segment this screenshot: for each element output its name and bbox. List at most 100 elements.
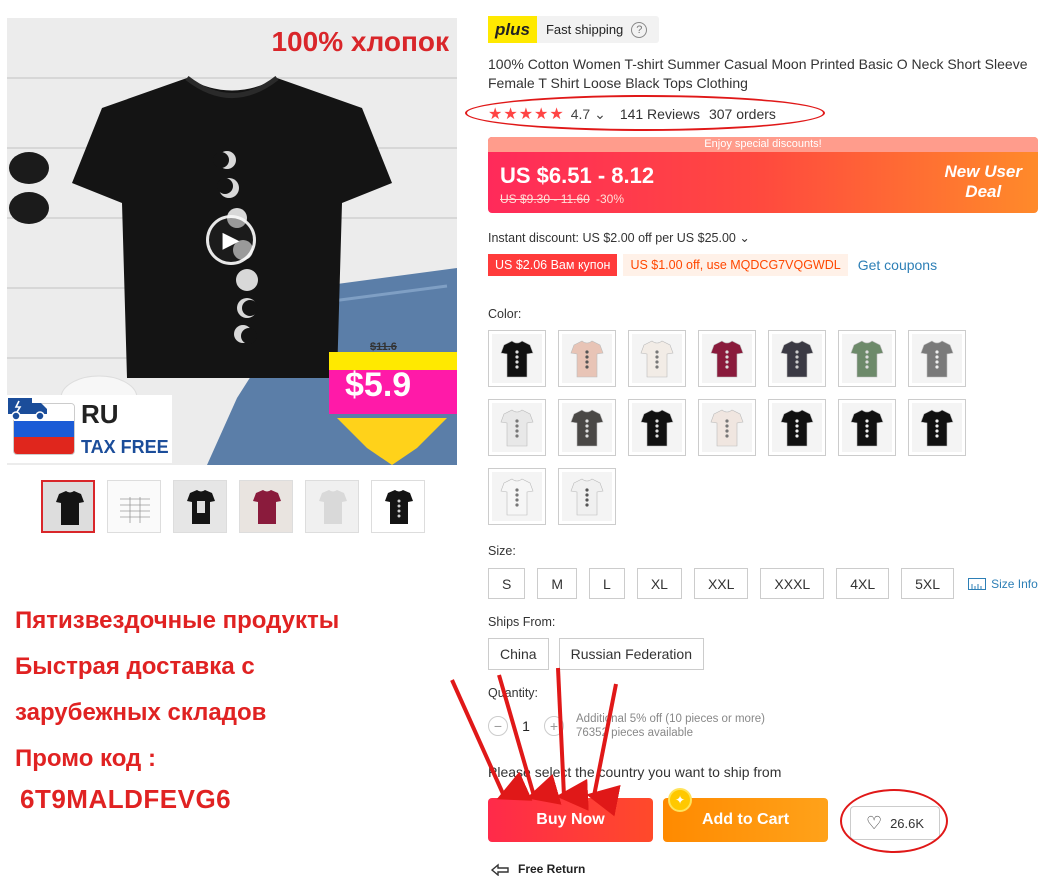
color-swatch[interactable] xyxy=(908,399,966,456)
tshirt-thumb-icon xyxy=(319,490,347,524)
size-option-xxl[interactable]: XXL xyxy=(693,568,749,599)
fast-shipping-label: Fast shipping xyxy=(545,22,624,37)
promo-text: Пятизвездочные продукты Быстрая доставка… xyxy=(15,598,339,782)
ru-badge-code: RU xyxy=(81,399,119,429)
color-swatch[interactable] xyxy=(488,468,546,525)
price-banner: Enjoy special discounts! US $6.51 - 8.12… xyxy=(488,137,1038,213)
coupon-row: US $2.06 Вам купон US $1.00 off, use MQD… xyxy=(488,254,937,276)
promo-line-1: Пятизвездочные продукты xyxy=(15,607,340,634)
plus-logo: plus xyxy=(488,16,537,43)
size-info-label: Size Info xyxy=(991,576,1038,591)
color-swatch[interactable] xyxy=(838,399,896,456)
promo-line-4: Промо код : xyxy=(15,745,156,772)
thumbnail-3[interactable] xyxy=(173,480,227,533)
swatch-image xyxy=(912,334,962,383)
size-option-l[interactable]: L xyxy=(589,568,625,599)
color-swatch[interactable] xyxy=(768,330,826,387)
swatch-image xyxy=(562,403,612,452)
ship-country-note: Please select the country you want to sh… xyxy=(488,764,782,780)
size-label: Size: xyxy=(488,544,516,558)
wishlist-annotation-circle xyxy=(840,789,948,853)
swatch-image xyxy=(562,472,612,521)
size-option-xxxl[interactable]: XXXL xyxy=(760,568,825,599)
color-swatch[interactable] xyxy=(558,330,616,387)
ru-badge-label: TAX FREE xyxy=(81,437,169,457)
color-swatch[interactable] xyxy=(558,399,616,456)
tshirt-swatch-icon xyxy=(500,340,534,378)
discount-percent: -30% xyxy=(596,192,625,206)
instant-discount[interactable]: Instant discount: US $2.00 off per US $2… xyxy=(488,230,750,245)
photo-headline: 100% хлопок xyxy=(271,26,449,57)
promo-code: 6T9MALDFEVG6 xyxy=(20,784,232,814)
play-video-icon[interactable]: ▶ xyxy=(206,215,256,265)
size-option-5xl[interactable]: 5XL xyxy=(901,568,955,599)
color-swatch[interactable] xyxy=(908,330,966,387)
ruler-icon xyxy=(968,577,987,590)
color-swatch[interactable] xyxy=(558,468,616,525)
stock-available: 76352 pieces available xyxy=(576,727,694,739)
rating-annotation-circle xyxy=(465,95,825,131)
size-option-m[interactable]: M xyxy=(537,568,578,599)
thumbnail-5[interactable] xyxy=(305,480,359,533)
chevron-down-icon: ⌄ xyxy=(735,231,750,245)
tshirt-swatch-icon xyxy=(500,478,534,516)
thumbnail-1[interactable] xyxy=(41,480,95,533)
tshirt-swatch-icon xyxy=(920,409,954,447)
thumbnail-2[interactable] xyxy=(107,480,161,533)
size-option-s[interactable]: S xyxy=(488,568,526,599)
new-user-deal[interactable]: New User Deal xyxy=(945,162,1022,202)
tshirt-swatch-icon xyxy=(570,409,604,447)
original-price: US $9.30 - 11.60 xyxy=(500,192,590,206)
color-swatch[interactable] xyxy=(838,330,896,387)
color-swatch[interactable] xyxy=(628,330,686,387)
swatch-image xyxy=(702,334,752,383)
tshirt-thumb-icon xyxy=(56,491,84,525)
swatch-image xyxy=(492,472,542,521)
ships-from-china[interactable]: China xyxy=(488,638,549,670)
color-swatch[interactable] xyxy=(628,399,686,456)
color-swatch[interactable] xyxy=(698,330,756,387)
coupon-badge-code[interactable]: US $1.00 off, use MQDCG7VQGWDL xyxy=(623,254,848,276)
sticker-old-price: $11.6 xyxy=(370,341,397,353)
size-info-link[interactable]: Size Info xyxy=(968,577,1038,591)
quantity-input[interactable]: 1 xyxy=(508,718,544,734)
size-option-4xl[interactable]: 4XL xyxy=(836,568,890,599)
coin-icon: ✦ xyxy=(668,788,692,812)
buy-now-button[interactable]: Buy Now xyxy=(488,798,653,842)
coupon-badge-red[interactable]: US $2.06 Вам купон xyxy=(488,254,618,276)
swatch-image xyxy=(492,334,542,383)
swatch-image xyxy=(842,334,892,383)
tshirt-swatch-icon xyxy=(710,409,744,447)
color-swatch[interactable] xyxy=(698,399,756,456)
ships-from-russia[interactable]: Russian Federation xyxy=(558,638,704,670)
quantity-stepper: − 1 + Additional 5% off (10 pieces or mo… xyxy=(488,712,765,740)
sticker-new-price: $5.9 xyxy=(345,366,412,404)
color-swatch[interactable] xyxy=(488,399,546,456)
quantity-decrement-button[interactable]: − xyxy=(488,716,508,736)
color-swatch[interactable] xyxy=(488,330,546,387)
ships-from-label: Ships From: xyxy=(488,615,556,629)
ru-tax-free-badge: RU TAX FREE xyxy=(7,395,172,463)
swatch-image xyxy=(912,403,962,452)
help-icon[interactable]: ? xyxy=(631,21,648,38)
tshirt-swatch-icon xyxy=(780,409,814,447)
swatch-image xyxy=(772,403,822,452)
get-coupons-link[interactable]: Get coupons xyxy=(858,257,937,273)
swatch-image xyxy=(772,334,822,383)
size-option-xl[interactable]: XL xyxy=(636,568,682,599)
color-label: Color: xyxy=(488,307,522,321)
tshirt-swatch-icon xyxy=(640,409,674,447)
thumbnail-4[interactable] xyxy=(239,480,293,533)
thumbnail-6[interactable] xyxy=(371,480,425,533)
bulk-discount-note: Additional 5% off (10 pieces or more) xyxy=(576,713,765,725)
ships-from-options: China Russian Federation xyxy=(488,638,704,670)
new-user-line-2: Deal xyxy=(965,182,1002,201)
tshirt-swatch-icon xyxy=(920,340,954,378)
quantity-increment-button[interactable]: + xyxy=(544,716,564,736)
size-chart-thumb-icon xyxy=(120,497,150,523)
tshirt-swatch-icon xyxy=(850,340,884,378)
color-swatch[interactable] xyxy=(768,399,826,456)
swatch-image xyxy=(632,334,682,383)
instant-discount-text: Instant discount: US $2.00 off per US $2… xyxy=(488,231,736,245)
free-return-row: Free Return xyxy=(488,862,585,876)
